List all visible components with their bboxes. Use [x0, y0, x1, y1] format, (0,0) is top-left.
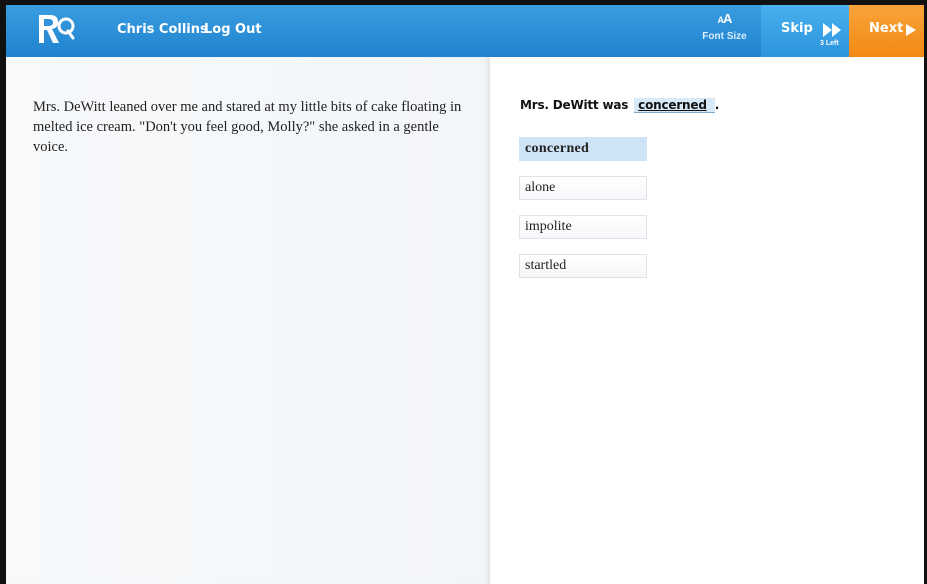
- choice-alone[interactable]: alone: [519, 176, 647, 200]
- top-bar: Chris Collins Log Out AA Font Size Skip …: [6, 5, 924, 57]
- passage-text: Mrs. DeWitt leaned over me and stared at…: [33, 99, 462, 155]
- question-prefix: Mrs. DeWitt was: [520, 98, 629, 112]
- skip-button[interactable]: Skip 3 Left: [761, 5, 849, 57]
- answer-choices: concerned alone impolite startled: [519, 137, 647, 293]
- logo-icon: [39, 15, 75, 43]
- skips-remaining-count: 3 Left: [820, 40, 839, 47]
- question-suffix: .: [714, 98, 720, 112]
- font-size-button[interactable]: AA Font Size: [688, 5, 761, 57]
- passage-panel: Mrs. DeWitt leaned over me and stared at…: [6, 57, 490, 584]
- fast-forward-icon: [823, 23, 841, 37]
- question-sentence: Mrs. DeWitt was concerned.: [520, 98, 719, 113]
- choice-startled[interactable]: startled: [519, 254, 647, 278]
- answer-blank[interactable]: concerned: [634, 98, 715, 113]
- choice-impolite[interactable]: impolite: [519, 215, 647, 239]
- font-size-label: Font Size: [702, 31, 747, 42]
- question-panel: Mrs. DeWitt was concerned. concerned alon…: [490, 57, 924, 584]
- app-window: Chris Collins Log Out AA Font Size Skip …: [6, 5, 924, 584]
- choice-concerned[interactable]: concerned: [519, 137, 647, 161]
- next-button[interactable]: Next: [849, 5, 924, 57]
- user-name-link[interactable]: Chris Collins: [117, 22, 208, 37]
- logout-link[interactable]: Log Out: [204, 22, 262, 37]
- next-label: Next: [869, 21, 904, 36]
- play-arrow-icon: [906, 24, 916, 36]
- app-logo[interactable]: [36, 11, 76, 49]
- font-size-icon: AA: [717, 11, 733, 26]
- skip-label: Skip: [781, 21, 813, 36]
